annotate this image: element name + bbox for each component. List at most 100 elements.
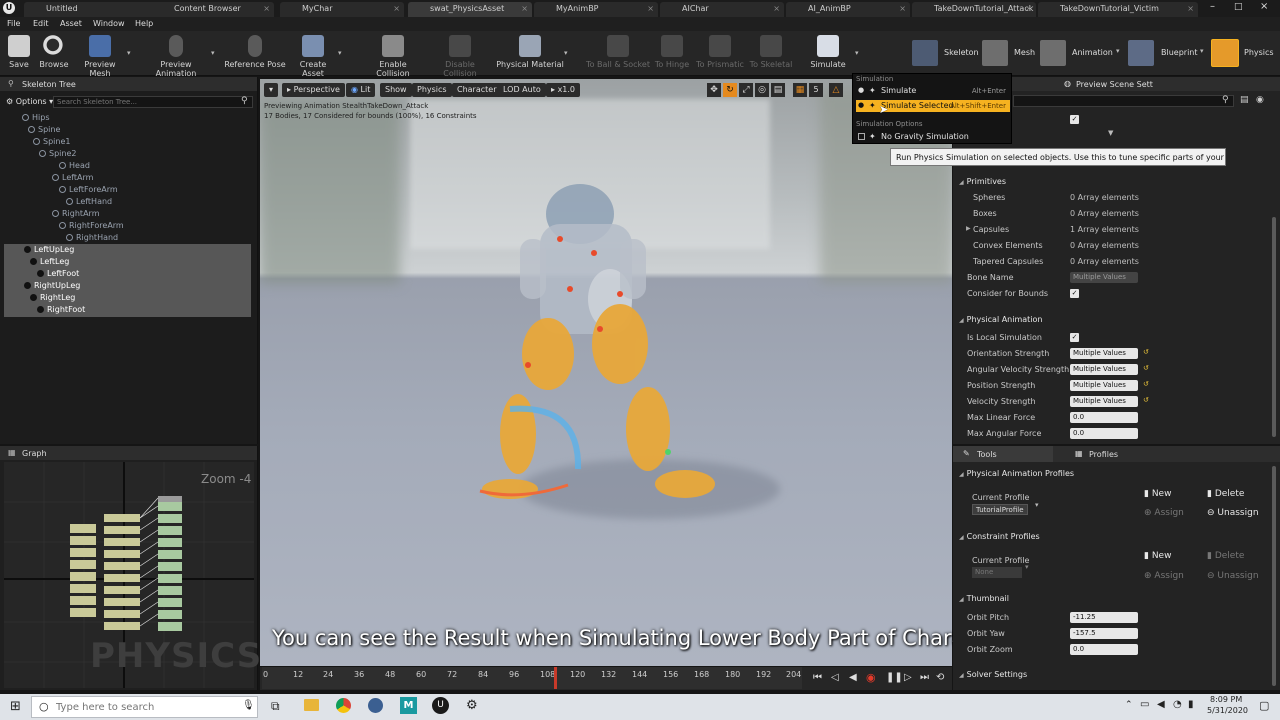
settings-taskbar-icon[interactable]: ⚙: [466, 698, 478, 713]
orientation-strength-field[interactable]: Multiple Values: [1070, 348, 1138, 359]
section-physical-animation[interactable]: Physical Animation: [959, 315, 1043, 324]
orbit-zoom-field[interactable]: 0.0: [1070, 644, 1138, 655]
angle-snap-icon[interactable]: △: [829, 83, 843, 97]
menu-item-simulate[interactable]: ● ✦ Simulate Alt+Enter: [856, 85, 1010, 97]
bone-row[interactable]: LeftArm: [52, 173, 93, 182]
section-thumbnail[interactable]: Thumbnail: [959, 594, 1009, 603]
close-icon[interactable]: ×: [393, 4, 400, 13]
physics-button[interactable]: Physics: [412, 83, 452, 97]
chrome-icon[interactable]: [336, 698, 351, 713]
blueprint-mode-dropdown-icon[interactable]: ▾: [1200, 47, 1204, 55]
create-asset-dropdown-icon[interactable]: ▾: [338, 49, 342, 57]
mesh-mode-icon[interactable]: [982, 40, 1008, 66]
orbit-pitch-field[interactable]: -11.25: [1070, 612, 1138, 623]
current-profile-dropdown[interactable]: TutorialProfile: [972, 504, 1028, 515]
preview-animation-dropdown-icon[interactable]: ▾: [211, 49, 215, 57]
tab-myanimbp[interactable]: MyAnimBP ×: [534, 2, 658, 17]
grid-snap-icon[interactable]: ▦: [793, 83, 807, 97]
bone-row[interactable]: RightUpLeg: [24, 281, 80, 290]
animation-mode-dropdown-icon[interactable]: ▾: [1116, 47, 1120, 55]
step-back-icon[interactable]: ◁: [831, 672, 839, 683]
close-icon[interactable]: ×: [263, 4, 270, 13]
bone-row[interactable]: RightLeg: [30, 293, 75, 302]
new-profile-button[interactable]: ▮ New: [1144, 489, 1171, 499]
mode-mesh[interactable]: Mesh: [1014, 48, 1035, 57]
options-button[interactable]: ⚙ Options ▾: [6, 97, 53, 106]
reset-icon[interactable]: ↺: [1143, 348, 1149, 356]
physics-mode-icon[interactable]: [1211, 39, 1239, 67]
bone-row[interactable]: Head: [59, 161, 90, 170]
unassign-constraint-profile-button[interactable]: ⊖ Unassign: [1207, 571, 1259, 581]
simulate-dropdown-icon[interactable]: ▾: [855, 49, 859, 57]
unreal-taskbar-icon[interactable]: U: [432, 697, 449, 714]
preview-animation-button[interactable]: Preview Animation: [140, 35, 212, 78]
bone-row[interactable]: LeftLeg: [30, 257, 69, 266]
bone-flag-checkbox[interactable]: ✓: [1070, 115, 1079, 124]
tab-untitled[interactable]: Untitled: [24, 2, 160, 17]
animation-mode-icon[interactable]: [1040, 40, 1066, 66]
skeleton-search-input[interactable]: [53, 96, 253, 108]
mode-animation[interactable]: Animation: [1072, 48, 1113, 57]
is-local-checkbox[interactable]: ✓: [1070, 333, 1079, 342]
tray-chevron-icon[interactable]: ⌃: [1125, 700, 1133, 710]
delete-profile-button[interactable]: ▮ Delete: [1207, 489, 1244, 499]
position-strength-field[interactable]: Multiple Values: [1070, 380, 1138, 391]
max-linear-force-field[interactable]: 0.0: [1070, 412, 1138, 423]
velocity-strength-field[interactable]: Multiple Values: [1070, 396, 1138, 407]
character-model[interactable]: [470, 179, 770, 509]
orbit-yaw-field[interactable]: -157.5: [1070, 628, 1138, 639]
close-icon[interactable]: ×: [521, 4, 528, 13]
taskbar-time[interactable]: 8:09 PM: [1210, 695, 1242, 704]
battery-icon[interactable]: ▮: [1188, 699, 1194, 710]
taskbar-search-input[interactable]: [56, 699, 236, 715]
close-icon[interactable]: ×: [899, 4, 906, 13]
viewport-options-dropdown[interactable]: ▾: [264, 83, 279, 97]
maya-icon[interactable]: M: [400, 697, 417, 714]
to-prismatic-button[interactable]: To Prismatic: [694, 35, 746, 75]
menu-window[interactable]: Window: [93, 19, 125, 28]
mode-physics[interactable]: Physics: [1244, 48, 1274, 57]
file-explorer-icon[interactable]: [304, 699, 319, 711]
physical-material-button[interactable]: Physical Material: [496, 35, 564, 75]
record-icon[interactable]: ◉: [866, 671, 876, 684]
step-forward-icon[interactable]: ▷: [904, 672, 912, 683]
timeline[interactable]: 0 12 24 36 48 60 72 84 96 108 120 132 14…: [260, 667, 952, 690]
chevron-down-icon[interactable]: ▾: [1025, 563, 1029, 571]
bone-row[interactable]: RightArm: [52, 209, 99, 218]
delete-constraint-profile-button[interactable]: ▮ Delete: [1207, 551, 1244, 561]
loop-icon[interactable]: ⟲: [936, 672, 944, 683]
bone-row[interactable]: RightHand: [66, 233, 118, 242]
create-asset-button[interactable]: Create Asset: [288, 35, 338, 78]
wifi-icon[interactable]: ◔: [1173, 699, 1182, 710]
view-options-icon[interactable]: ▤: [1240, 95, 1249, 105]
save-button[interactable]: Save: [4, 35, 34, 75]
eye-icon[interactable]: ◉: [1256, 95, 1264, 105]
skip-to-start-icon[interactable]: ⏮: [813, 672, 822, 683]
tab-ai-animbp[interactable]: AI_AnimBP ×: [786, 2, 910, 17]
bone-row[interactable]: LeftForeArm: [59, 185, 118, 194]
bone-row[interactable]: Hips: [22, 113, 49, 122]
timeline-track[interactable]: [262, 667, 802, 689]
bone-row[interactable]: LeftHand: [66, 197, 112, 206]
bone-row[interactable]: RightForeArm: [59, 221, 124, 230]
scale-icon[interactable]: ⤢: [739, 83, 753, 97]
constraint-current-profile-dropdown[interactable]: None: [972, 567, 1022, 578]
chevron-down-icon[interactable]: ▾: [1035, 501, 1039, 509]
bone-row[interactable]: LeftFoot: [37, 269, 79, 278]
minimize-icon[interactable]: –: [1210, 1, 1215, 12]
tab-tools[interactable]: ✎ Tools: [953, 446, 1053, 462]
tab-takedown-victim[interactable]: TakeDownTutorial_Victim ×: [1038, 2, 1198, 17]
angular-velocity-field[interactable]: Multiple Values: [1070, 364, 1138, 375]
tab-mychar[interactable]: MyChar ×: [280, 2, 404, 17]
tab-profiles[interactable]: ▦ Profiles: [1063, 446, 1155, 462]
mode-skeleton[interactable]: Skeleton: [944, 48, 979, 57]
close-icon[interactable]: ×: [647, 4, 654, 13]
network-icon[interactable]: ▭: [1140, 699, 1149, 710]
viewport[interactable]: ▾ ▸ Perspective ◉ Lit Show Physics Chara…: [260, 79, 952, 666]
to-skeletal-button[interactable]: To Skeletal: [748, 35, 794, 75]
max-angular-force-field[interactable]: 0.0: [1070, 428, 1138, 439]
tab-content-browser[interactable]: Content Browser ×: [152, 2, 274, 17]
close-icon[interactable]: ×: [773, 4, 780, 13]
play-reverse-icon[interactable]: ◀: [849, 672, 857, 683]
show-button[interactable]: Show: [380, 83, 412, 97]
